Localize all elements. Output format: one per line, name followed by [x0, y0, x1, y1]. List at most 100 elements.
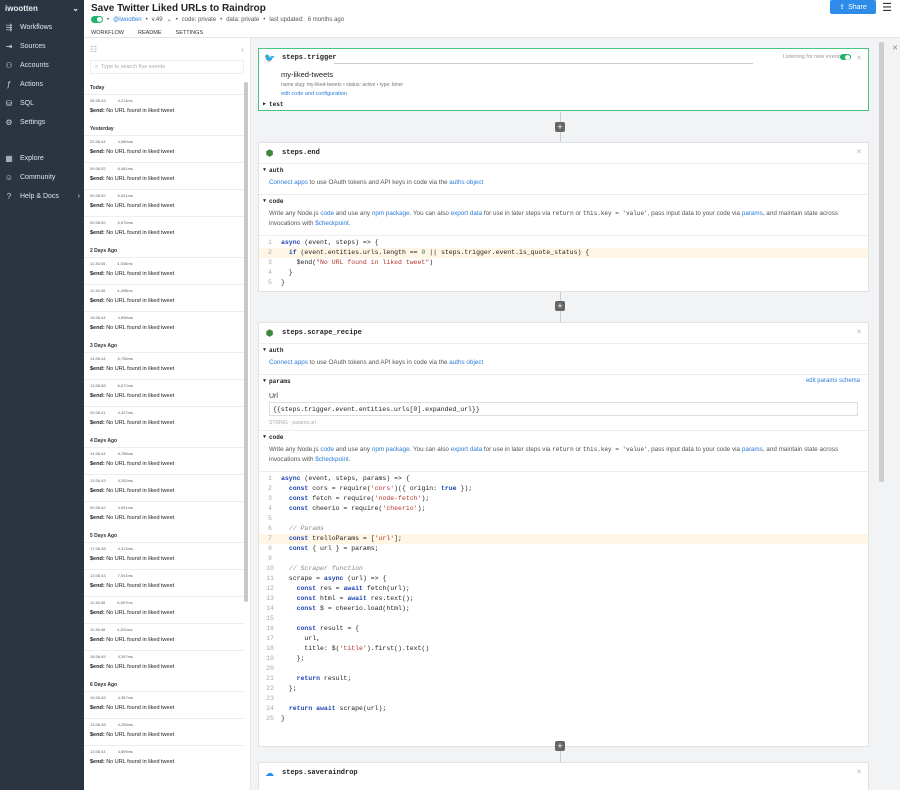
- tab-settings[interactable]: SETTINGS: [176, 30, 204, 36]
- event-row[interactable]: 17:36:48 4,313ms $end: No URL found in lik…: [84, 542, 244, 569]
- close-icon[interactable]: ✕: [856, 328, 862, 336]
- event-row[interactable]: 13:36:58 6,672ms $end: No URL found in lik…: [84, 379, 244, 406]
- add-step-button[interactable]: +: [555, 741, 565, 751]
- explore-icon: ▦: [5, 153, 13, 163]
- edit-pencil-icon[interactable]: ✎: [247, 4, 254, 13]
- sidebar-item-community[interactable]: ☺ Community: [0, 168, 84, 187]
- event-time: 08:36:43: [90, 98, 106, 103]
- listening-toggle[interactable]: [840, 54, 851, 60]
- code-step-card-end[interactable]: ⬢ steps.end ✕ ▼ auth Connect apps to use OA…: [258, 142, 869, 292]
- event-row[interactable]: 22:36:44 4,589ms $end: No URL found in lik…: [84, 135, 244, 162]
- event-row[interactable]: 09:36:52 6,481ms $end: No URL found in lik…: [84, 162, 244, 189]
- event-row[interactable]: 08:36:43 4,211ms $end: No URL found in lik…: [84, 94, 244, 121]
- hamburger-menu-icon[interactable]: ☰: [882, 1, 892, 14]
- code-step-card-scrape-recipe[interactable]: ⬢ steps.scrape_recipe ✕ ▼ auth Connect apps…: [258, 322, 869, 747]
- sidebar-item-sql[interactable]: ⛁ SQL: [0, 94, 84, 113]
- event-row[interactable]: 11:36:45 4,536ms $end: No URL found in lik…: [84, 257, 244, 284]
- event-summary: $end: No URL found in liked tweet: [90, 176, 175, 182]
- sidebar-item-actions[interactable]: ƒ Actions: [0, 75, 84, 94]
- edit-config-link[interactable]: edit code and configuration: [281, 91, 846, 97]
- test-section-toggle[interactable]: ▶ test: [263, 98, 283, 110]
- sidebar-item-accounts[interactable]: ⚇ Accounts: [0, 56, 84, 75]
- tab-readme[interactable]: README: [138, 30, 162, 36]
- version-select[interactable]: v.49: [152, 17, 163, 23]
- event-time: 09:36:42: [90, 505, 106, 510]
- event-row[interactable]: 11:36:45 4,498ms $end: No URL found in lik…: [84, 284, 244, 311]
- auth-help-text: Connect apps to use OAuth tokens and API…: [269, 179, 484, 186]
- workflow-active-toggle[interactable]: [91, 16, 103, 23]
- step-name[interactable]: steps.saveraindrop: [282, 769, 358, 777]
- event-row[interactable]: 09:36:52 6,576ms $end: No URL found in lik…: [84, 216, 244, 243]
- sidebar-item-settings[interactable]: ⚙ Settings: [0, 113, 84, 132]
- close-icon[interactable]: ✕: [856, 54, 862, 62]
- event-row[interactable]: 09:36:41 4,427ms $end: No URL found in lik…: [84, 406, 244, 433]
- search-icon: ⌕: [95, 63, 99, 70]
- event-time: 13:36:48: [90, 722, 106, 727]
- event-day-header: 5 Days Ago: [90, 533, 118, 539]
- event-row[interactable]: 09:36:42 4,991ms $end: No URL found in lik…: [84, 501, 244, 528]
- event-row[interactable]: 09:36:52 6,641ms $end: No URL found in lik…: [84, 189, 244, 216]
- event-summary: $end: No URL found in liked tweet: [90, 108, 175, 114]
- code-editor[interactable]: 1 async (event, steps, params) => { 2 con…: [259, 471, 868, 728]
- tab-workflow[interactable]: WORKFLOW: [91, 30, 124, 36]
- event-list-scrollbar[interactable]: [244, 82, 248, 602]
- url-param-input[interactable]: {{steps.trigger.event.entities.urls[0].e…: [269, 402, 858, 416]
- account-switcher[interactable]: iwootten ⌄: [0, 0, 84, 16]
- canvas-scrollbar[interactable]: [879, 42, 884, 482]
- event-duration: 4,498ms: [117, 288, 133, 293]
- event-row[interactable]: 13:36:48 4,256ms $end: No URL found in lik…: [84, 718, 244, 745]
- event-row[interactable]: 14:36:44 8,788ms $end: No URL found in lik…: [84, 447, 244, 474]
- event-duration: 4,898ms: [117, 315, 133, 320]
- workflow-title[interactable]: Save Twitter Liked URLs to Raindrop: [91, 3, 266, 14]
- code-section-toggle[interactable]: ▼ code: [263, 431, 864, 443]
- step-name[interactable]: steps.scrape_recipe: [282, 329, 362, 337]
- code-editor[interactable]: 1 async (event, steps) => { 2 if (event.e…: [259, 235, 868, 292]
- collapse-icon[interactable]: ‹: [241, 45, 244, 54]
- trigger-step-card[interactable]: 🐦 steps.trigger Listening for new events…: [258, 48, 869, 111]
- event-duration: 4,387ms: [117, 695, 133, 700]
- event-row[interactable]: 16:36:45 4,387ms $end: No URL found in lik…: [84, 691, 244, 718]
- step-name[interactable]: steps.end: [282, 149, 320, 157]
- share-button[interactable]: ⇪ Share: [830, 0, 876, 14]
- params-section-toggle[interactable]: ▼ params edit params schema: [263, 375, 864, 387]
- event-time: 14:36:44: [90, 356, 106, 361]
- close-panel-icon[interactable]: ✕: [892, 44, 898, 52]
- nodejs-icon: ⬢: [265, 147, 274, 158]
- code-section-toggle[interactable]: ▼ code: [263, 195, 864, 207]
- event-row[interactable]: 13:36:43 4,252ms $end: No URL found in lik…: [84, 474, 244, 501]
- owner-link[interactable]: @iwootten: [113, 17, 141, 23]
- event-search-input[interactable]: ⌕ Type to search five events: [90, 60, 244, 74]
- code-step-card-saveraindrop[interactable]: ☁ steps.saveraindrop ✕: [258, 762, 869, 790]
- event-row[interactable]: 13:36:43 7,544ms $end: No URL found in lik…: [84, 569, 244, 596]
- list-view-icon[interactable]: ☷: [90, 45, 97, 54]
- sidebar-item-explore[interactable]: ▦ Explore: [0, 149, 84, 168]
- sidebar-item-sources[interactable]: ⇥ Sources: [0, 37, 84, 56]
- event-time: 16:36:45: [90, 695, 106, 700]
- event-day-header: Yesterday: [90, 126, 114, 132]
- event-day-header: Today: [90, 85, 105, 91]
- event-time: 11:36:45: [90, 288, 106, 293]
- event-row[interactable]: 18:36:45 4,397ms $end: No URL found in lik…: [84, 650, 244, 677]
- close-icon[interactable]: ✕: [856, 148, 862, 156]
- auth-section-toggle[interactable]: ▼ auth: [263, 164, 864, 176]
- edit-params-schema-link[interactable]: edit params schema: [806, 378, 860, 384]
- event-time: 13:36:43: [90, 573, 106, 578]
- sidebar-item-help-docs[interactable]: ? Help & Docs ›: [0, 187, 84, 206]
- event-row[interactable]: 11:36:48 4,511ms $end: No URL found in lik…: [84, 623, 244, 650]
- event-row[interactable]: 14:36:44 6,758ms $end: No URL found in lik…: [84, 352, 244, 379]
- event-row[interactable]: 18:36:44 4,898ms $end: No URL found in lik…: [84, 311, 244, 338]
- event-row[interactable]: 13:36:44 4,899ms $end: No URL found in lik…: [84, 745, 244, 772]
- add-step-button[interactable]: +: [555, 301, 565, 311]
- close-icon[interactable]: ✕: [856, 768, 862, 776]
- auth-section-toggle[interactable]: ▼ auth: [263, 344, 864, 356]
- sidebar-item-label: Actions: [20, 81, 43, 88]
- code-help-text: Write any Node.js code and use any npm p…: [269, 210, 839, 227]
- event-time: 17:36:48: [90, 546, 106, 551]
- step-name[interactable]: steps.trigger: [282, 54, 337, 62]
- event-row[interactable]: 11:36:48 6,897ms $end: No URL found in lik…: [84, 596, 244, 623]
- add-step-button[interactable]: +: [555, 122, 565, 132]
- settings-icon: ⚙: [5, 117, 13, 127]
- sidebar-item-workflows[interactable]: ⇶ Workflows: [0, 18, 84, 37]
- event-duration: 6,481ms: [117, 166, 133, 171]
- actions-icon: ƒ: [6, 79, 12, 89]
